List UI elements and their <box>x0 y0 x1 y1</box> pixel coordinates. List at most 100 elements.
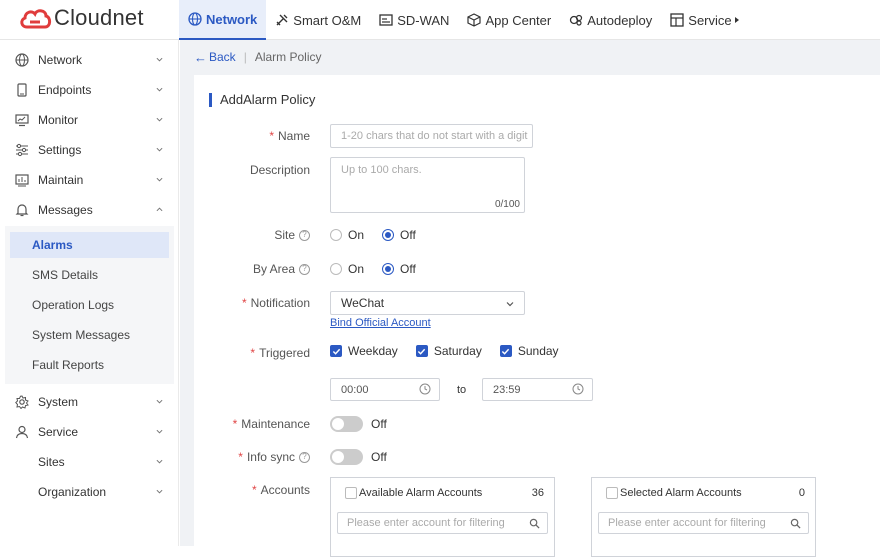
weekday-checkbox[interactable]: Weekday <box>330 344 398 358</box>
radio-button-selected[interactable] <box>382 263 395 275</box>
sub-item-sms-details[interactable]: SMS Details <box>5 260 174 290</box>
by-area-label: By Area? <box>253 262 310 276</box>
selected-accounts-title: Selected Alarm Accounts <box>620 487 742 499</box>
sidebar-item-monitor[interactable]: Monitor <box>0 105 179 135</box>
sidebar-item-system[interactable]: System <box>0 387 179 417</box>
sidebar-item-network[interactable]: Network <box>0 45 179 75</box>
triggered-label: * Triggered <box>250 346 310 360</box>
sidebar-item-settings[interactable]: Settings <box>0 135 179 165</box>
radio-button-selected[interactable] <box>382 229 395 241</box>
monitor-icon <box>15 113 29 127</box>
radio-button[interactable] <box>330 263 342 275</box>
checkbox-checked[interactable] <box>499 345 512 357</box>
triggered-label-text: Triggered <box>259 346 310 360</box>
clock-icon <box>419 383 431 395</box>
selected-accounts-header: Selected Alarm Accounts 0 <box>606 487 805 499</box>
selected-accounts-search-input[interactable]: Please enter account for filtering <box>598 512 809 534</box>
by-area-on-option[interactable]: On <box>330 262 364 276</box>
end-time-input[interactable]: 23:59 <box>482 378 593 401</box>
sub-item-system-messages[interactable]: System Messages <box>5 320 174 350</box>
topnav-sd-wan[interactable]: SD-WAN <box>370 0 458 40</box>
bind-official-account-link[interactable]: Bind Official Account <box>330 317 431 329</box>
saturday-checkbox[interactable]: Saturday <box>415 344 482 358</box>
site-on-option[interactable]: On <box>330 228 364 242</box>
arrow-left-icon: ← <box>194 49 207 65</box>
sub-item-fault-reports[interactable]: Fault Reports <box>5 350 174 380</box>
char-counter: 0/100 <box>494 199 520 210</box>
bell-icon <box>15 203 29 217</box>
sidebar-item-maintain[interactable]: Maintain <box>0 165 179 195</box>
name-label-text: Name <box>277 129 310 143</box>
search-placeholder: Please enter account for filtering <box>608 517 766 529</box>
maintenance-toggle-row: Off <box>330 416 387 432</box>
clock-icon <box>572 383 584 395</box>
top-nav: Network Smart O&M SD-WAN App Center Auto… <box>179 0 748 40</box>
select-all-checkbox[interactable] <box>606 487 618 499</box>
sub-item-operation-logs[interactable]: Operation Logs <box>5 290 174 320</box>
sidebar-item-service[interactable]: Service <box>0 417 179 447</box>
radio-label: On <box>348 262 365 276</box>
topnav-network[interactable]: Network <box>179 0 267 40</box>
by-area-off-option[interactable]: Off <box>382 262 416 276</box>
breadcrumb-separator: | <box>243 50 247 64</box>
sunday-checkbox[interactable]: Sunday <box>499 344 559 358</box>
sidebar-item-messages[interactable]: Messages <box>0 195 179 225</box>
back-link[interactable]: ← Back <box>194 50 236 65</box>
available-accounts-panel: Available Alarm Accounts 36 Please enter… <box>330 477 555 557</box>
checkbox-label: Weekday <box>348 344 398 358</box>
available-accounts-search-input[interactable]: Please enter account for filtering <box>337 512 548 534</box>
start-time-input[interactable]: 00:00 <box>330 378 440 401</box>
help-icon[interactable]: ? <box>299 229 310 241</box>
maintenance-label-text: Maintenance <box>241 417 310 431</box>
device-icon <box>15 83 29 97</box>
chevron-down-icon <box>156 177 163 182</box>
description-textarea[interactable]: Up to 100 chars. 0/100 <box>330 157 525 213</box>
sub-item-alarms[interactable]: Alarms <box>10 232 169 258</box>
description-label-text: Description <box>249 163 310 177</box>
help-icon[interactable]: ? <box>299 451 310 463</box>
topnav-service[interactable]: Service <box>661 0 747 40</box>
start-time-value: 00:00 <box>341 383 369 396</box>
name-input[interactable]: 1-20 chars that do not start with a digi… <box>330 124 533 148</box>
info-sync-label: * Info sync? <box>238 450 310 464</box>
sidebar-item-label: System <box>38 395 79 409</box>
sidebar-item-sites[interactable]: Sites <box>0 447 179 477</box>
checkbox-checked[interactable] <box>330 345 342 357</box>
required-mark: * <box>251 483 257 497</box>
sidebar-item-label: Monitor <box>38 113 79 127</box>
checkbox-label: Saturday <box>433 344 482 358</box>
chevron-down-icon <box>156 57 163 62</box>
brand-logo[interactable]: Cloudnet <box>18 3 144 33</box>
select-all-checkbox[interactable] <box>345 487 357 499</box>
form-panel: AddAlarm Policy * Name 1-20 chars that do… <box>194 75 880 557</box>
chevron-down-icon <box>156 489 163 494</box>
by-area-label-text: By Area <box>252 262 295 276</box>
sidebar: Network Endpoints Monitor Settings Maint… <box>0 40 179 546</box>
info-sync-label-text: Info sync <box>246 450 295 464</box>
available-accounts-title: Available Alarm Accounts <box>359 487 483 499</box>
notification-select[interactable]: WeChat <box>330 291 525 315</box>
radio-button[interactable] <box>330 229 342 241</box>
topnav-autodeploy[interactable]: Autodeploy <box>560 0 661 40</box>
help-icon[interactable]: ? <box>299 263 310 275</box>
info-sync-toggle[interactable] <box>330 449 363 465</box>
page-title: AddAlarm Policy <box>209 93 315 107</box>
sidebar-item-organization[interactable]: Organization <box>0 477 179 507</box>
site-off-option[interactable]: Off <box>382 228 416 242</box>
notification-label-text: Notification <box>250 296 310 310</box>
sidebar-item-endpoints[interactable]: Endpoints <box>0 75 179 105</box>
maintenance-toggle[interactable] <box>330 416 363 432</box>
service-icon <box>670 13 684 27</box>
site-label-text: Site <box>274 228 295 242</box>
sidebar-item-label: Endpoints <box>38 83 92 97</box>
name-label: * Name <box>269 129 310 143</box>
gear-icon <box>15 395 29 409</box>
sidebar-item-label: Messages <box>38 203 93 217</box>
checkbox-checked[interactable] <box>415 345 428 357</box>
messages-submenu: Alarms SMS Details Operation Logs System… <box>5 226 174 384</box>
maintenance-label: * Maintenance <box>233 417 310 431</box>
topnav-app-center[interactable]: App Center <box>458 0 560 40</box>
topnav-smart-om[interactable]: Smart O&M <box>266 0 370 40</box>
description-label: Description <box>250 163 310 177</box>
chevron-down-icon <box>156 429 163 434</box>
